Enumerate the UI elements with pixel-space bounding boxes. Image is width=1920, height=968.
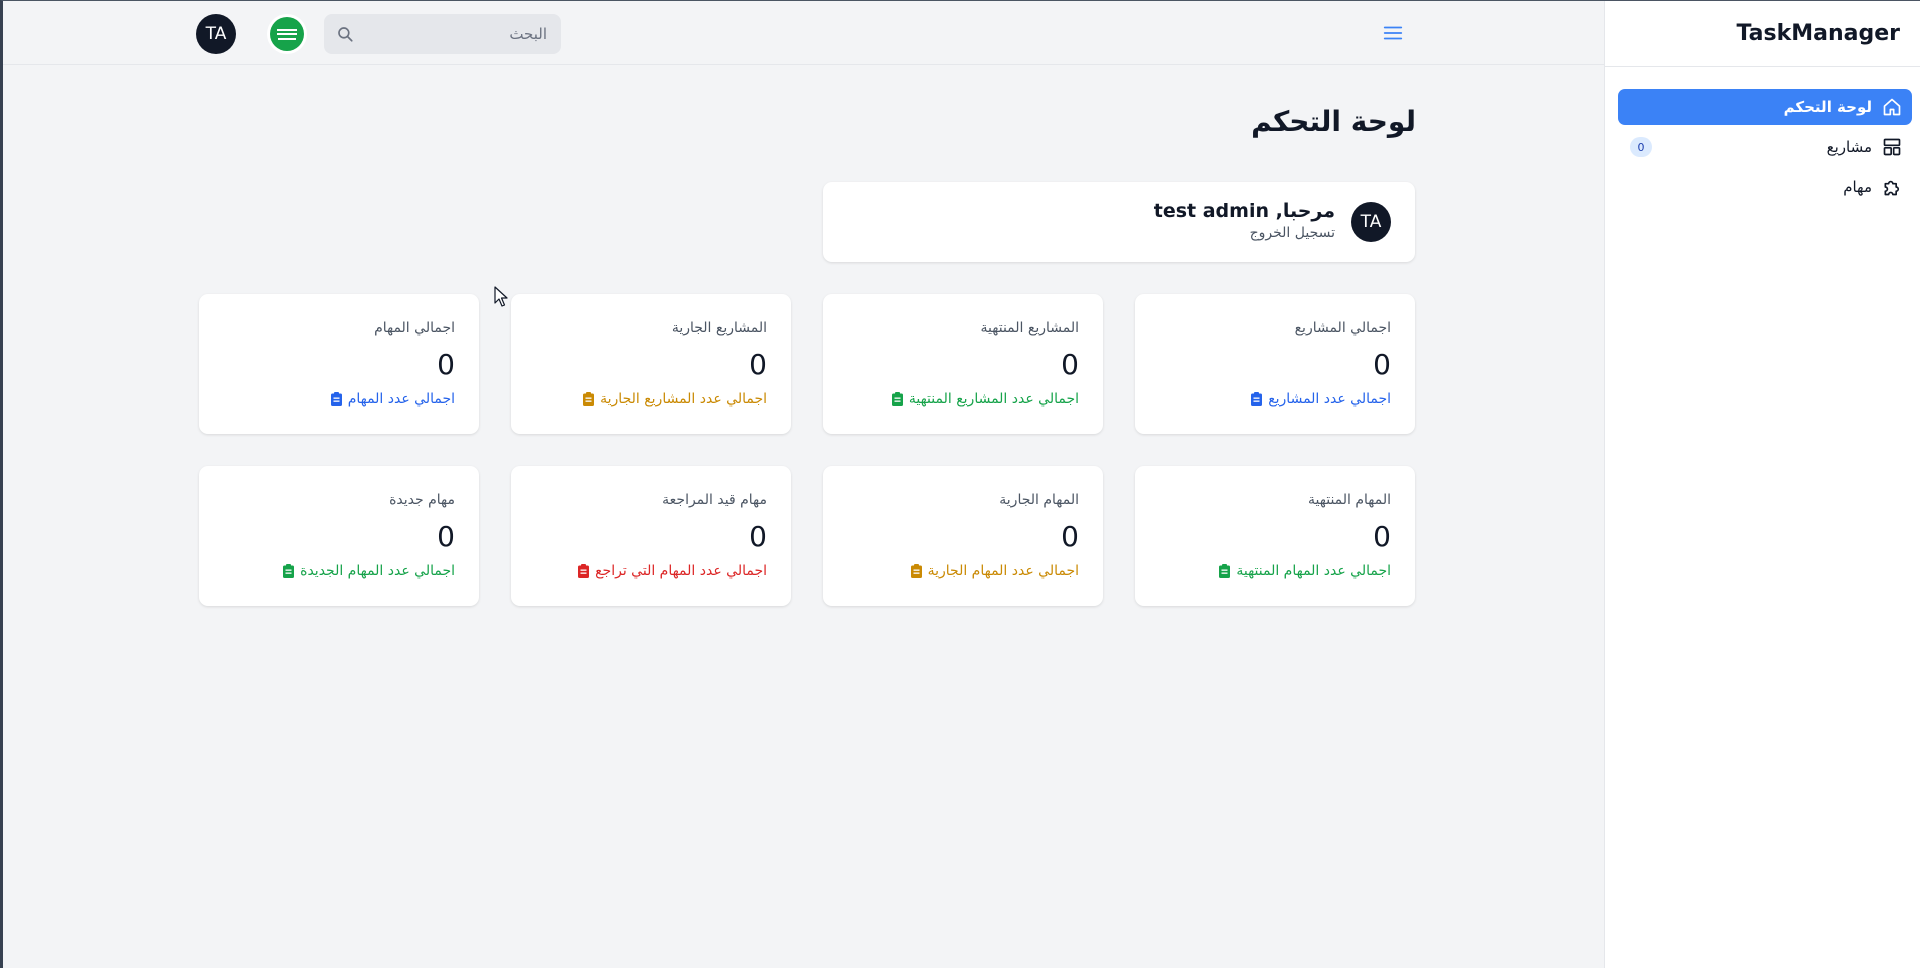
search-box bbox=[324, 14, 561, 54]
mouse-cursor-icon bbox=[494, 286, 508, 307]
stat-link[interactable]: اجمالي عدد المهام الجديدة bbox=[283, 563, 455, 579]
stat-value: 0 bbox=[749, 348, 767, 381]
clipboard-icon bbox=[283, 564, 295, 578]
stat-value: 0 bbox=[437, 348, 455, 381]
flag-emblem bbox=[270, 17, 304, 51]
clipboard-icon bbox=[1251, 392, 1263, 406]
welcome-card: TA مرحبا, test admin تسجيل الخروج bbox=[823, 182, 1415, 262]
hamburger-icon[interactable] bbox=[1382, 22, 1404, 44]
stat-label: المشاريع الجارية bbox=[671, 320, 767, 336]
top-header: TA bbox=[3, 1, 1604, 65]
stat-link[interactable]: اجمالي عدد المشاريع المنتهية bbox=[891, 391, 1079, 407]
stat-card-new-tasks: مهام جديدة 0 اجمالي عدد المهام الجديدة bbox=[199, 466, 479, 606]
stat-label: المهام المنتهية bbox=[1308, 492, 1391, 508]
stat-link-label: اجمالي عدد المهام الجارية bbox=[927, 563, 1079, 579]
stat-card-finished-projects: المشاريع المنتهية 0 اجمالي عدد المشاريع … bbox=[823, 294, 1103, 434]
flag-sword bbox=[278, 37, 296, 40]
stat-label: مهام قيد المراجعة bbox=[662, 492, 767, 508]
stat-label: مهام جديدة bbox=[389, 492, 455, 508]
stat-card-total-projects: اجمالي المشاريع 0 اجمالي عدد المشاريع bbox=[1135, 294, 1415, 434]
stat-link-label: اجمالي عدد المهام المنتهية bbox=[1236, 563, 1391, 579]
stat-label: اجمالي المشاريع bbox=[1294, 320, 1391, 336]
stat-card-total-tasks: اجمالي المهام 0 اجمالي عدد المهام bbox=[199, 294, 479, 434]
clipboard-icon bbox=[910, 564, 922, 578]
saudi-flag-icon[interactable] bbox=[267, 14, 307, 54]
layout-icon bbox=[1882, 137, 1902, 157]
projects-count-badge: 0 bbox=[1630, 137, 1652, 157]
stat-link[interactable]: اجمالي عدد المشاريع الجارية bbox=[583, 391, 767, 407]
stat-card-review-tasks: مهام قيد المراجعة 0 اجمالي عدد المهام ال… bbox=[511, 466, 791, 606]
flag-script bbox=[277, 28, 297, 35]
search-icon bbox=[338, 27, 353, 42]
clipboard-icon bbox=[1219, 564, 1231, 578]
stat-label: المهام الجارية bbox=[999, 492, 1079, 508]
clipboard-icon bbox=[891, 392, 903, 406]
stat-link[interactable]: اجمالي عدد المهام المنتهية bbox=[1219, 563, 1391, 579]
logout-link[interactable]: تسجيل الخروج bbox=[1154, 225, 1335, 241]
sidebar-nav: لوحة التحكم مشاريع 0 مهام bbox=[1605, 67, 1920, 205]
brand-title: TaskManager bbox=[1605, 1, 1920, 67]
stat-label: اجمالي المهام bbox=[374, 320, 455, 336]
welcome-title: مرحبا, test admin bbox=[1153, 200, 1335, 222]
page-title: لوحة التحكم bbox=[1251, 105, 1416, 138]
stat-link-label: اجمالي عدد المهام التي تراجع bbox=[595, 563, 767, 579]
stat-link-label: اجمالي عدد المشاريع bbox=[1268, 391, 1391, 407]
sidebar: TaskManager لوحة التحكم مشاريع 0 مهام bbox=[1604, 1, 1920, 968]
stat-link[interactable]: اجمالي عدد المهام التي تراجع bbox=[578, 563, 767, 579]
welcome-avatar: TA bbox=[1351, 202, 1391, 242]
clipboard-icon bbox=[583, 392, 595, 406]
clipboard-icon bbox=[330, 392, 342, 406]
stat-value: 0 bbox=[1373, 520, 1391, 553]
clipboard-icon bbox=[578, 564, 590, 578]
stat-card-finished-tasks: المهام المنتهية 0 اجمالي عدد المهام المن… bbox=[1135, 466, 1415, 606]
sidebar-item-label: مهام bbox=[1843, 178, 1872, 196]
stat-value: 0 bbox=[1061, 520, 1079, 553]
stat-value: 0 bbox=[749, 520, 767, 553]
app-window: TA TaskManager bbox=[0, 0, 1920, 968]
stat-card-ongoing-projects: المشاريع الجارية 0 اجمالي عدد المشاريع ا… bbox=[511, 294, 791, 434]
sidebar-item-dashboard[interactable]: لوحة التحكم bbox=[1618, 89, 1912, 125]
stat-value: 0 bbox=[1061, 348, 1079, 381]
sidebar-item-projects[interactable]: مشاريع 0 bbox=[1618, 129, 1912, 165]
stat-link[interactable]: اجمالي عدد المشاريع bbox=[1251, 391, 1391, 407]
search-input[interactable] bbox=[324, 14, 561, 54]
stat-link-label: اجمالي عدد المهام bbox=[347, 391, 455, 407]
user-avatar[interactable]: TA bbox=[196, 14, 236, 54]
stat-link[interactable]: اجمالي عدد المهام الجارية bbox=[910, 563, 1079, 579]
stat-value: 0 bbox=[1373, 348, 1391, 381]
stat-card-ongoing-tasks: المهام الجارية 0 اجمالي عدد المهام الجار… bbox=[823, 466, 1103, 606]
welcome-text: مرحبا, test admin تسجيل الخروج bbox=[1154, 200, 1335, 241]
sidebar-item-label: لوحة التحكم bbox=[1783, 98, 1872, 116]
stat-link[interactable]: اجمالي عدد المهام bbox=[330, 391, 455, 407]
stat-value: 0 bbox=[437, 520, 455, 553]
sidebar-item-label: مشاريع bbox=[1826, 138, 1872, 156]
stat-link-label: اجمالي عدد المشاريع الجارية bbox=[600, 391, 767, 407]
puzzle-icon bbox=[1882, 177, 1902, 197]
sidebar-item-tasks[interactable]: مهام bbox=[1618, 169, 1912, 205]
stat-label: المشاريع المنتهية bbox=[980, 320, 1079, 336]
stat-link-label: اجمالي عدد المهام الجديدة bbox=[300, 563, 455, 579]
home-icon bbox=[1882, 97, 1902, 117]
stat-link-label: اجمالي عدد المشاريع المنتهية bbox=[908, 391, 1079, 407]
